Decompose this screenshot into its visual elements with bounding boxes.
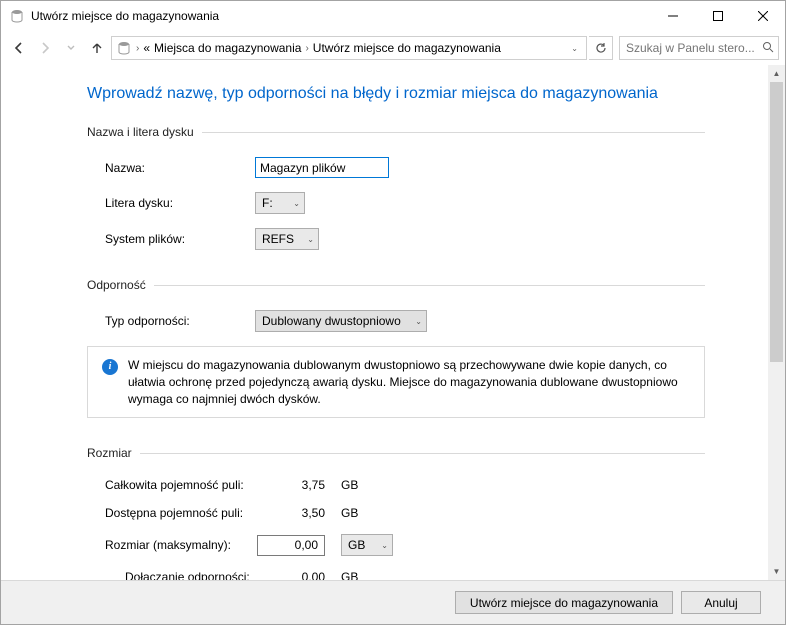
close-button[interactable] [740,1,785,31]
maximize-button[interactable] [695,1,740,31]
filesystem-select[interactable]: REFS⌄ [255,228,319,250]
chevron-down-icon: ⌄ [293,199,300,208]
scroll-up-arrow[interactable]: ▲ [768,65,785,82]
chevron-right-icon: › [305,43,308,54]
name-input[interactable] [255,157,389,178]
available-capacity-value: 3,50 [255,506,325,520]
scroll-down-arrow[interactable]: ▼ [768,563,785,580]
breadcrumb-item-1[interactable]: Miejsca do magazynowania [154,41,301,55]
chevron-down-icon: ⌄ [415,317,422,326]
up-button[interactable] [85,36,109,60]
resiliency-type-select[interactable]: Dublowany dwustopniowo⌄ [255,310,427,332]
drive-letter-select[interactable]: F:⌄ [255,192,305,214]
search-box[interactable] [619,36,779,60]
breadcrumb-icon [116,40,132,56]
titlebar: Utwórz miejsce do magazynowania [1,1,785,31]
legend-resiliency: Odporność [87,278,154,292]
max-size-label: Rozmiar (maksymalny): [105,538,255,552]
navbar: › « Miejsca do magazynowania › Utwórz mi… [1,31,785,65]
section-name-drive: Nazwa i litera dysku Nazwa: Litera dysku… [87,125,705,264]
page-heading: Wprowadź nazwę, typ odporności na błędy … [87,85,705,103]
forward-button[interactable] [33,36,57,60]
including-resiliency-label: Dołączanie odporności: [125,570,255,580]
resiliency-info-box: i W miejscu do magazynowania dublowanym … [87,346,705,418]
search-input[interactable] [626,37,758,59]
breadcrumb-prefix: « [143,41,150,55]
resiliency-type-label: Typ odporności: [105,314,255,328]
available-capacity-label: Dostępna pojemność puli: [105,506,255,520]
create-button[interactable]: Utwórz miejsce do magazynowania [455,591,673,614]
window-title: Utwórz miejsce do magazynowania [31,9,219,23]
breadcrumb-dropdown[interactable]: ⌄ [567,44,582,53]
recent-dropdown[interactable] [59,36,83,60]
vertical-scrollbar[interactable]: ▲ ▼ [768,65,785,580]
total-capacity-value: 3,75 [255,478,325,492]
legend-size: Rozmiar [87,446,140,460]
legend-name: Nazwa i litera dysku [87,125,202,139]
app-icon [9,8,25,24]
section-resiliency: Odporność Typ odporności: Dublowany dwus… [87,278,705,432]
including-resiliency-unit: GB [341,570,381,580]
max-size-unit-select[interactable]: GB⌄ [341,534,393,556]
info-icon: i [102,359,118,375]
available-capacity-unit: GB [341,506,381,520]
total-capacity-label: Całkowita pojemność puli: [105,478,255,492]
drive-letter-label: Litera dysku: [105,196,255,210]
chevron-right-icon: › [136,43,139,54]
breadcrumb-item-2[interactable]: Utwórz miejsce do magazynowania [313,41,501,55]
max-size-input[interactable] [257,535,325,556]
chevron-down-icon: ⌄ [381,541,388,550]
filesystem-label: System plików: [105,232,255,246]
footer: Utwórz miejsce do magazynowania Anuluj [1,580,785,624]
cancel-button[interactable]: Anuluj [681,591,761,614]
breadcrumb[interactable]: › « Miejsca do magazynowania › Utwórz mi… [111,36,587,60]
name-label: Nazwa: [105,161,255,175]
section-size: Rozmiar Całkowita pojemność puli: 3,75 G… [87,446,705,580]
main-content: Wprowadź nazwę, typ odporności na błędy … [1,65,785,580]
refresh-button[interactable] [589,36,613,60]
total-capacity-unit: GB [341,478,381,492]
resiliency-info-text: W miejscu do magazynowania dublowanym dw… [128,357,690,407]
minimize-button[interactable] [650,1,695,31]
scroll-thumb[interactable] [770,82,783,362]
chevron-down-icon: ⌄ [307,235,314,244]
search-icon[interactable] [762,41,774,56]
back-button[interactable] [7,36,31,60]
including-resiliency-value: 0,00 [255,570,325,580]
